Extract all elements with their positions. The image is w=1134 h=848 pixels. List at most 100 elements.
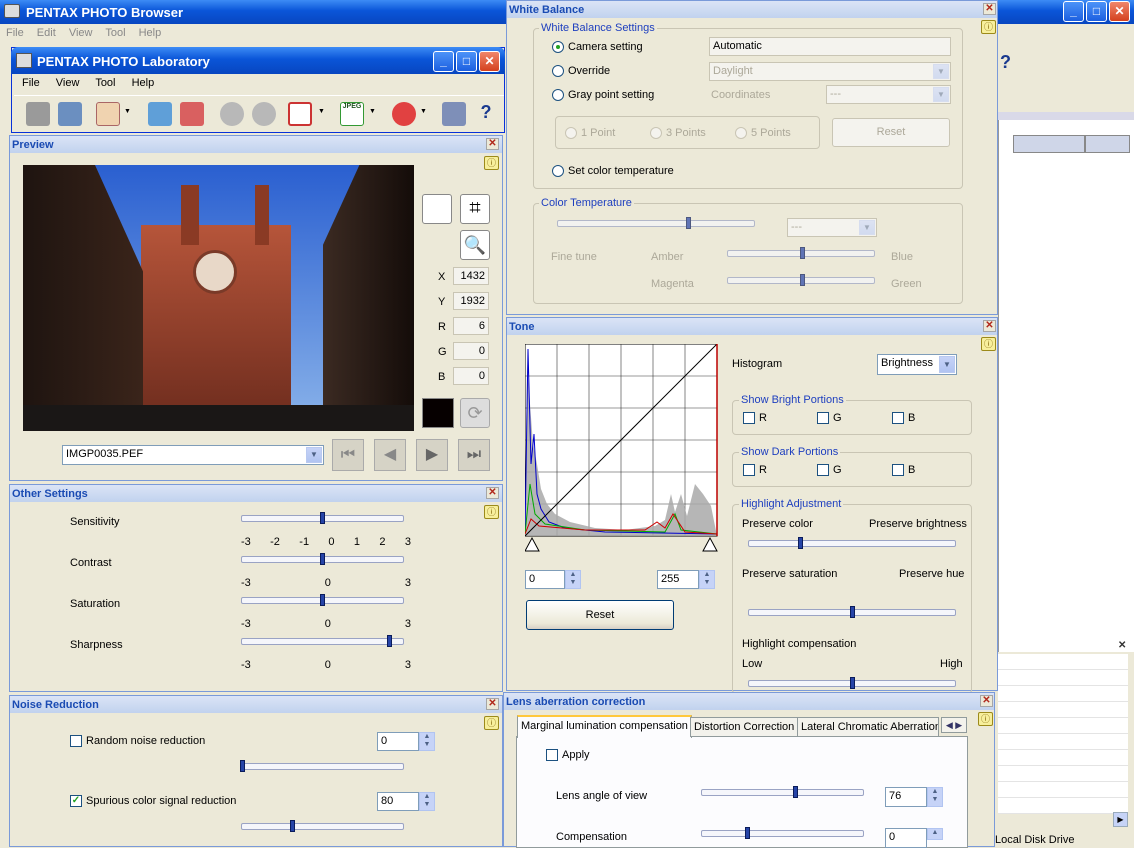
noise-reduction-close-icon[interactable]: ✕: [486, 698, 499, 710]
tab-marginal-lumination[interactable]: Marginal lumination compensation: [517, 715, 692, 738]
preserve-saturation-slider[interactable]: [748, 606, 956, 618]
rotate-preview-icon[interactable]: [422, 194, 452, 224]
amber-blue-slider[interactable]: [727, 247, 875, 259]
bright-r-checkbox[interactable]: [743, 412, 755, 424]
camera-setting-radio[interactable]: [552, 41, 564, 53]
lab-menu-tool[interactable]: Tool: [95, 77, 115, 89]
browser-menu-view[interactable]: View: [69, 27, 93, 39]
lens-angle-spin-icon[interactable]: ▲ ▼: [927, 787, 943, 807]
filename-dropdown-icon[interactable]: ▼: [306, 447, 322, 463]
tone-input-low[interactable]: 0: [525, 570, 565, 589]
filename-select[interactable]: IMGP0035.PEF: [62, 445, 324, 465]
coordinates-dropdown-icon[interactable]: ▼: [933, 87, 949, 102]
lens-angle-value[interactable]: 76: [885, 787, 927, 807]
random-noise-spin-icon[interactable]: ▲ ▼: [419, 732, 435, 751]
rotate-dropdown-icon[interactable]: ▼: [420, 108, 427, 115]
sensitivity-slider[interactable]: [241, 512, 404, 524]
dark-b-checkbox[interactable]: [892, 464, 904, 476]
dark-g-checkbox[interactable]: [817, 464, 829, 476]
other-settings-close-icon[interactable]: ✕: [486, 487, 499, 499]
color-temp-slider-thumb[interactable]: [686, 217, 691, 229]
amber-blue-slider-thumb[interactable]: [800, 247, 805, 259]
rotate-icon[interactable]: [392, 102, 416, 126]
contrast-slider-thumb[interactable]: [319, 553, 325, 565]
tab-lateral-chromatic[interactable]: Lateral Chromatic Aberration: [797, 717, 939, 737]
bright-g-checkbox[interactable]: [817, 412, 829, 424]
preview-hint-icon[interactable]: ⓘ: [484, 156, 499, 170]
browser-tab-a[interactable]: [1013, 135, 1085, 153]
redo-icon[interactable]: [252, 102, 276, 126]
override-dropdown-icon[interactable]: ▼: [933, 64, 949, 79]
browser-menu-edit[interactable]: Edit: [37, 27, 56, 39]
tone-histogram-chart[interactable]: [525, 344, 719, 554]
save-icon[interactable]: [58, 102, 82, 126]
magenta-green-slider-thumb[interactable]: [800, 274, 805, 286]
tone-input-high-spin-icon[interactable]: ▲ ▼: [699, 570, 715, 589]
tab-scroll-icon[interactable]: ◀ ▶: [941, 717, 967, 733]
compensation-value[interactable]: 0: [885, 828, 927, 848]
tone-close-icon[interactable]: ✕: [983, 320, 996, 332]
jpeg-dropdown-icon[interactable]: ▼: [369, 108, 376, 115]
develop-icon[interactable]: [26, 102, 50, 126]
browser-close-button[interactable]: ✕: [1109, 1, 1130, 22]
random-noise-checkbox[interactable]: [70, 735, 82, 747]
next-image-button[interactable]: ▶: [416, 439, 448, 471]
hand-icon[interactable]: [96, 102, 120, 126]
compare-dropdown-icon[interactable]: ▼: [318, 108, 325, 115]
dark-r-checkbox[interactable]: [743, 464, 755, 476]
white-point-handle[interactable]: [702, 536, 718, 552]
zoom-icon[interactable]: 🔍: [460, 230, 490, 260]
drive-label[interactable]: Local Disk Drive: [995, 834, 1074, 846]
magenta-green-slider[interactable]: [727, 274, 875, 286]
browser-menu-help[interactable]: Help: [139, 27, 162, 39]
crop-icon[interactable]: ⌗: [460, 194, 490, 224]
browser-minimize-button[interactable]: _: [1063, 1, 1084, 22]
histogram-mode-dropdown-icon[interactable]: ▼: [939, 356, 955, 373]
one-point-radio[interactable]: [565, 127, 577, 139]
color-temp-slider[interactable]: [557, 217, 755, 229]
lens-angle-slider-thumb[interactable]: [793, 786, 798, 798]
lab-maximize-button[interactable]: □: [456, 51, 477, 72]
compensation-slider-thumb[interactable]: [745, 827, 750, 839]
noise-reduction-hint-icon[interactable]: ⓘ: [484, 716, 499, 730]
sharpness-slider-thumb[interactable]: [386, 635, 392, 647]
help-icon[interactable]: ?: [474, 102, 498, 126]
last-image-button[interactable]: ⏭: [458, 439, 490, 471]
sharpness-slider[interactable]: [241, 635, 404, 647]
compare-icon[interactable]: [288, 102, 312, 126]
browser-menu-tool[interactable]: Tool: [105, 27, 125, 39]
compensation-spin-icon[interactable]: ▲: [927, 828, 943, 840]
saturation-slider-thumb[interactable]: [319, 594, 325, 606]
browser-scroll-right-icon[interactable]: ▶: [1113, 812, 1128, 827]
preserve-saturation-slider-thumb[interactable]: [850, 606, 855, 618]
saturation-slider[interactable]: [241, 594, 404, 606]
preview-close-icon[interactable]: ✕: [486, 138, 499, 150]
highlight-comp-slider[interactable]: [748, 677, 956, 689]
jpeg-format-icon[interactable]: JPEG: [340, 102, 364, 126]
batch-icon[interactable]: [180, 102, 204, 126]
sensitivity-slider-thumb[interactable]: [319, 512, 325, 524]
override-select[interactable]: Daylight: [709, 62, 951, 81]
color-temp-dropdown-icon[interactable]: ▼: [859, 220, 875, 235]
lens-aberration-hint-icon[interactable]: ⓘ: [978, 712, 993, 726]
black-point-handle[interactable]: [525, 536, 540, 552]
lens-aberration-close-icon[interactable]: ✕: [980, 695, 993, 707]
wb-reset-button[interactable]: Reset: [832, 118, 950, 147]
set-color-temp-radio[interactable]: [552, 165, 564, 177]
preview-image[interactable]: [23, 165, 414, 431]
contrast-slider[interactable]: [241, 553, 404, 565]
preserve-color-slider-thumb[interactable]: [798, 537, 803, 549]
lab-close-button[interactable]: ✕: [479, 51, 500, 72]
settings-icon[interactable]: [442, 102, 466, 126]
tone-reset-button[interactable]: Reset: [526, 600, 674, 630]
lab-minimize-button[interactable]: _: [433, 51, 454, 72]
white-balance-hint-icon[interactable]: ⓘ: [981, 20, 996, 34]
spurious-color-slider-thumb[interactable]: [290, 820, 295, 832]
lab-menu-file[interactable]: File: [22, 77, 40, 89]
tone-input-low-spin-icon[interactable]: ▲ ▼: [565, 570, 581, 589]
override-radio[interactable]: [552, 65, 564, 77]
browser-menu-file[interactable]: File: [6, 27, 24, 39]
highlight-comp-slider-thumb[interactable]: [850, 677, 855, 689]
other-settings-hint-icon[interactable]: ⓘ: [484, 505, 499, 519]
previous-image-button[interactable]: ◀: [374, 439, 406, 471]
